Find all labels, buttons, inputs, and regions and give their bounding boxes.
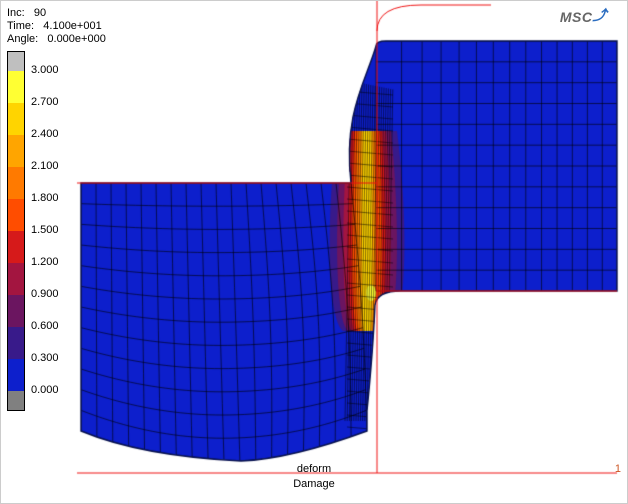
legend-seg <box>8 103 24 135</box>
info-inc: Inc: 90 <box>7 7 106 20</box>
legend-seg <box>8 295 24 327</box>
info-angle-value: 0.000e+000 <box>47 33 105 45</box>
legend-tick: 2.100 <box>31 160 59 172</box>
legend-bar <box>7 51 25 411</box>
legend-seg <box>8 231 24 263</box>
info-block: Inc: 90 Time: 4.100e+001 Angle: 0.000e+0… <box>7 7 106 46</box>
legend-seg <box>8 359 24 391</box>
legend-over-top <box>8 52 24 71</box>
msc-logo: MSC⤴ <box>560 7 607 27</box>
msc-logo-text: MSC <box>560 9 593 25</box>
info-angle: Angle: 0.000e+000 <box>7 33 106 46</box>
legend-seg <box>8 71 24 103</box>
legend-tick: 1.800 <box>31 192 59 204</box>
color-legend: 3.000 2.700 2.400 2.100 1.800 1.500 1.200 0.900… <box>7 51 67 411</box>
info-time-label: Time: <box>7 20 34 32</box>
legend-seg <box>8 135 24 167</box>
legend-tick: 1.500 <box>31 224 59 236</box>
legend-tick: 3.000 <box>31 64 59 76</box>
info-time: Time: 4.100e+001 <box>7 20 106 33</box>
legend-tick: 0.600 <box>31 320 59 332</box>
viewport: Inc: 90 Time: 4.100e+001 Angle: 0.000e+0… <box>0 0 628 504</box>
legend-tick: 1.200 <box>31 256 59 268</box>
legend-tick: 2.700 <box>31 96 59 108</box>
msc-swoosh-icon: ⤴ <box>593 5 608 25</box>
info-inc-label: Inc: <box>7 7 25 19</box>
caption-damage: Damage <box>1 478 627 490</box>
info-time-value: 4.100e+001 <box>43 20 101 32</box>
legend-over-bottom <box>8 391 24 410</box>
legend-tick: 2.400 <box>31 128 59 140</box>
legend-seg <box>8 167 24 199</box>
legend-seg <box>8 263 24 295</box>
legend-seg <box>8 327 24 359</box>
info-angle-label: Angle: <box>7 33 38 45</box>
corner-index: 1 <box>615 463 621 475</box>
info-inc-value: 90 <box>34 7 46 19</box>
legend-tick: 0.000 <box>31 384 59 396</box>
legend-tick: 0.300 <box>31 352 59 364</box>
legend-tick: 0.900 <box>31 288 59 300</box>
caption-deform: deform <box>1 463 627 475</box>
fea-contour-plot <box>1 1 628 504</box>
legend-seg <box>8 199 24 231</box>
